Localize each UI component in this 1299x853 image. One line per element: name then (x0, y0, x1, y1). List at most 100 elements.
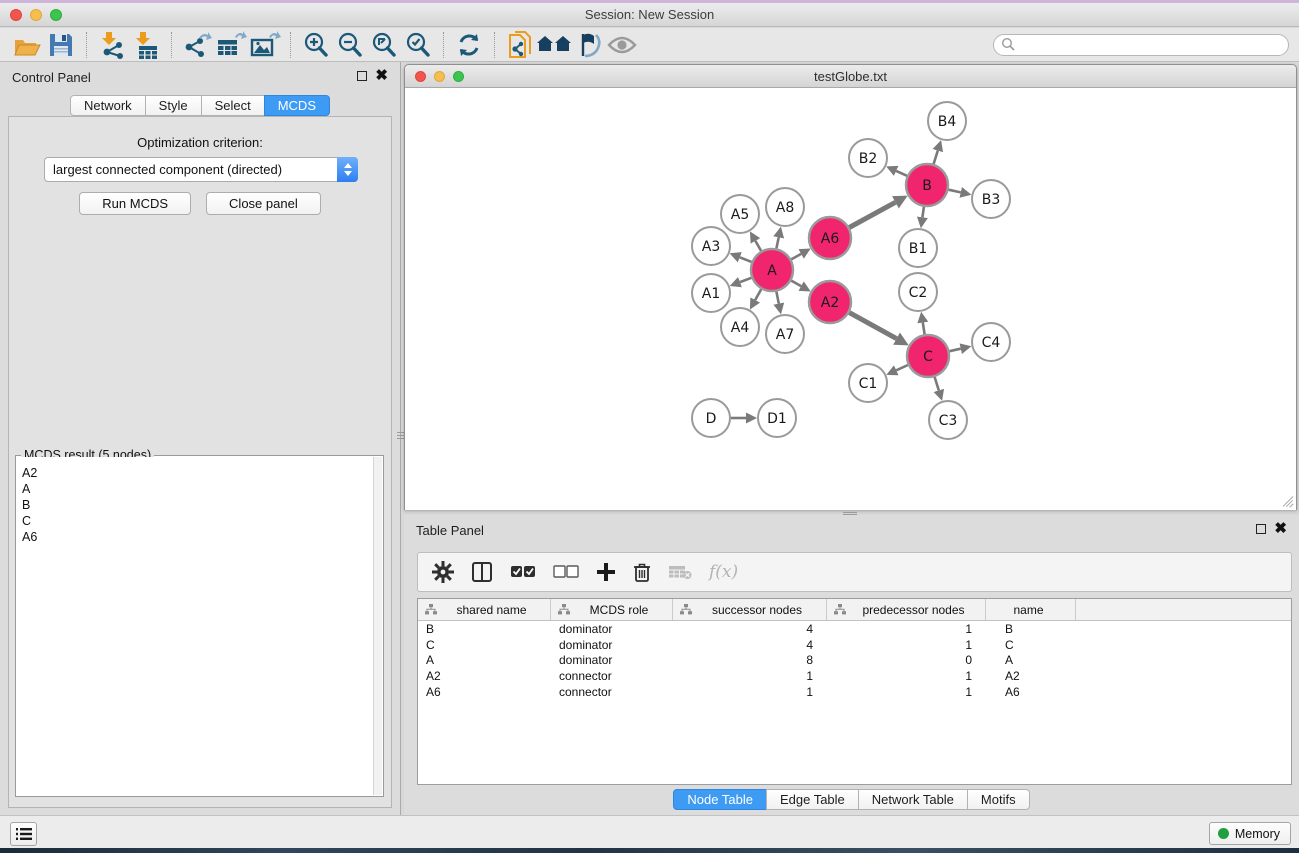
zoom-fit-icon (370, 31, 398, 59)
column-header-shared-name[interactable]: shared name (418, 599, 551, 620)
close-table-panel-icon[interactable]: ✖ (1274, 524, 1287, 534)
run-mcds-button[interactable]: Run MCDS (79, 192, 191, 215)
eye-button[interactable] (605, 30, 639, 60)
edge-C-C1[interactable] (896, 365, 908, 370)
optimization-label: Optimization criterion: (9, 135, 391, 150)
node-table-header: shared nameMCDS rolesuccessor nodesprede… (418, 599, 1291, 621)
export-network-button[interactable] (180, 30, 214, 60)
edge-A-A7[interactable] (776, 292, 778, 304)
edge-B-B4[interactable] (934, 151, 938, 164)
table-cell: dominator (551, 638, 673, 652)
optimization-dropdown[interactable]: largest connected component (directed) (44, 157, 358, 182)
zoom-selected-button[interactable] (401, 30, 435, 60)
open-session-button[interactable] (10, 30, 44, 60)
edge-B-B3[interactable] (949, 190, 961, 193)
network-canvas[interactable]: AA1A2A3A4A5A6A7A8BB1B2B3B4CC1C2C3C4DD1 (405, 88, 1296, 510)
result-scrollbar[interactable] (373, 457, 382, 795)
save-session-button[interactable] (44, 30, 78, 60)
edge-A2-C[interactable] (849, 313, 896, 339)
table-row[interactable]: Bdominator41B (418, 621, 1291, 637)
export-image-button[interactable] (248, 30, 282, 60)
table-row[interactable]: Adominator80A (418, 653, 1291, 669)
zoom-fit-button[interactable] (367, 30, 401, 60)
table-cell: dominator (551, 653, 673, 667)
node-label-A4: A4 (731, 320, 750, 336)
network-from-selection-button[interactable] (503, 30, 537, 60)
edge-A-A6[interactable] (791, 254, 801, 260)
function-builder-button[interactable]: f(x) (709, 562, 738, 582)
result-item[interactable]: C (17, 513, 373, 529)
vertical-divider-grip[interactable] (397, 425, 404, 445)
edge-A-A4[interactable] (755, 289, 761, 300)
result-item[interactable]: A6 (17, 529, 373, 545)
edge-A-A2[interactable] (791, 281, 801, 287)
result-item[interactable]: A2 (17, 465, 373, 481)
application-window: Session: New Session (0, 0, 1299, 853)
tab-style[interactable]: Style (145, 95, 202, 116)
table-toolbar: f(x) (417, 552, 1292, 592)
search-icon (1001, 37, 1016, 52)
export-table-button[interactable] (214, 30, 248, 60)
node-label-B3: B3 (982, 192, 1001, 208)
table-row[interactable]: Cdominator41C (418, 637, 1291, 653)
select-all-button[interactable] (510, 564, 536, 580)
task-history-button[interactable] (10, 822, 37, 846)
edge-C-C3[interactable] (935, 377, 939, 390)
tab-node-table[interactable]: Node Table (673, 789, 767, 810)
delete-table-button[interactable] (668, 564, 692, 580)
add-column-button[interactable] (596, 562, 616, 582)
close-panel-button[interactable]: Close panel (206, 192, 321, 215)
column-header-successor-nodes[interactable]: successor nodes (673, 599, 827, 620)
close-panel-icon[interactable]: ✖ (375, 71, 388, 81)
refresh-button[interactable] (452, 30, 486, 60)
edge-C-C2[interactable] (923, 323, 925, 335)
table-cell: 1 (827, 685, 986, 699)
import-table-button[interactable] (129, 30, 163, 60)
edge-A-A5[interactable] (755, 241, 761, 251)
search-input[interactable] (1016, 36, 1288, 54)
column-header-predecessor-nodes[interactable]: predecessor nodes (827, 599, 986, 620)
delete-column-button[interactable] (633, 562, 651, 583)
tab-network[interactable]: Network (70, 95, 146, 116)
edge-B-B1[interactable] (922, 207, 924, 218)
import-table-icon (131, 30, 161, 60)
zoom-out-button[interactable] (333, 30, 367, 60)
search-field[interactable] (993, 34, 1289, 56)
table-cell: C (986, 638, 1076, 652)
table-row[interactable]: A2connector11A2 (418, 668, 1291, 684)
memory-button[interactable]: Memory (1209, 822, 1291, 845)
result-item[interactable]: B (17, 497, 373, 513)
column-header-MCDS-role[interactable]: MCDS role (551, 599, 673, 620)
result-item[interactable]: A (17, 481, 373, 497)
edge-B-B2[interactable] (896, 171, 907, 176)
edge-A-A1[interactable] (740, 278, 751, 282)
float-table-panel-icon[interactable] (1256, 524, 1266, 534)
table-cell: A2 (986, 669, 1076, 683)
graphics-details-button[interactable] (571, 30, 605, 60)
deselect-all-button[interactable] (553, 564, 579, 580)
float-panel-icon[interactable] (357, 71, 367, 81)
tab-mcds[interactable]: MCDS (264, 95, 330, 116)
table-cell: B (986, 622, 1076, 636)
column-view-button[interactable] (471, 561, 493, 583)
tab-motifs[interactable]: Motifs (967, 789, 1030, 810)
node-label-A3: A3 (702, 239, 720, 255)
zoom-in-button[interactable] (299, 30, 333, 60)
tab-select[interactable]: Select (201, 95, 265, 116)
node-label-C: C (923, 349, 933, 365)
node-label-D1: D1 (767, 411, 787, 427)
edge-A-A3[interactable] (740, 257, 752, 262)
table-row[interactable]: A6connector11A6 (418, 684, 1291, 700)
window-resize-grip[interactable] (1281, 494, 1294, 507)
edge-A6-B[interactable] (849, 202, 895, 227)
gear-button[interactable] (432, 561, 454, 583)
tab-edge-table[interactable]: Edge Table (766, 789, 859, 810)
edge-A-A8[interactable] (776, 237, 778, 248)
node-label-C1: C1 (859, 376, 878, 392)
tab-network-table[interactable]: Network Table (858, 789, 968, 810)
node-label-A: A (767, 263, 777, 279)
session-home-button[interactable] (537, 30, 571, 60)
import-network-button[interactable] (95, 30, 129, 60)
edge-C-C4[interactable] (950, 349, 961, 352)
column-header-name[interactable]: name (986, 599, 1076, 620)
